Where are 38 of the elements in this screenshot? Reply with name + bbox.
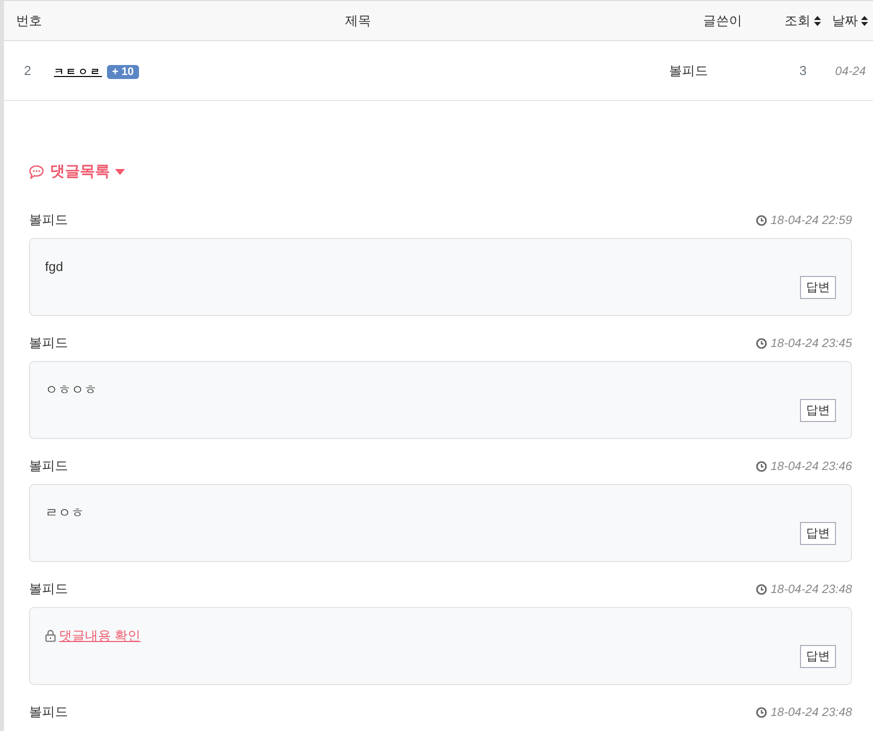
column-header: 제목 bbox=[49, 0, 668, 40]
comment-author: 볼피드 bbox=[29, 703, 68, 722]
speech-bubble-icon bbox=[29, 165, 44, 180]
post-title-link[interactable]: ㅋㅌㅇㄹ bbox=[54, 66, 102, 78]
caret-icon[interactable] bbox=[115, 169, 125, 176]
comment-text: fgd bbox=[45, 258, 64, 276]
comment-text: ㄹㅇㅎ bbox=[45, 504, 85, 522]
clock-icon bbox=[756, 460, 767, 472]
sort-icon bbox=[814, 16, 820, 26]
post-date: 04-24 bbox=[835, 64, 866, 78]
column-header[interactable]: 조회 bbox=[778, 0, 828, 40]
comment-author: 볼피드 bbox=[29, 457, 68, 476]
clock-icon bbox=[756, 584, 767, 594]
clock-icon bbox=[756, 338, 767, 348]
comment-time: 18-04-24 23:46 bbox=[770, 458, 852, 475]
comment-time: 18-04-24 23:48 bbox=[770, 704, 852, 721]
reply-button[interactable]: 답변 bbox=[800, 276, 836, 298]
view-count: 3 bbox=[799, 62, 807, 78]
author-name: 볼피드 bbox=[669, 62, 708, 78]
comment-time: 18-04-24 23:45 bbox=[770, 335, 852, 352]
row-number: 2 bbox=[24, 62, 32, 78]
reply-button[interactable]: 답변 bbox=[800, 644, 836, 668]
column-header[interactable]: 날짜 bbox=[828, 0, 873, 40]
comment-text: ㅇㅎㅇㅎ bbox=[45, 380, 98, 398]
column-header: 번호 bbox=[4, 0, 49, 40]
comment-count: + 10 bbox=[107, 64, 139, 79]
clock-icon bbox=[756, 706, 767, 718]
comment-time: 18-04-24 23:48 bbox=[770, 581, 852, 598]
lock-icon bbox=[45, 628, 56, 642]
clock-icon bbox=[756, 214, 767, 226]
reply-button[interactable]: 답변 bbox=[800, 398, 836, 422]
comment-author: 볼피드 bbox=[29, 580, 68, 598]
comment-author: 볼피드 bbox=[29, 334, 68, 352]
sort-icon bbox=[861, 16, 868, 26]
reply-button[interactable]: 답변 bbox=[800, 522, 836, 544]
column-header: 글쓴이 bbox=[668, 0, 778, 40]
comment-time: 18-04-24 22:59 bbox=[770, 212, 852, 229]
comment-author: 볼피드 bbox=[29, 211, 68, 230]
